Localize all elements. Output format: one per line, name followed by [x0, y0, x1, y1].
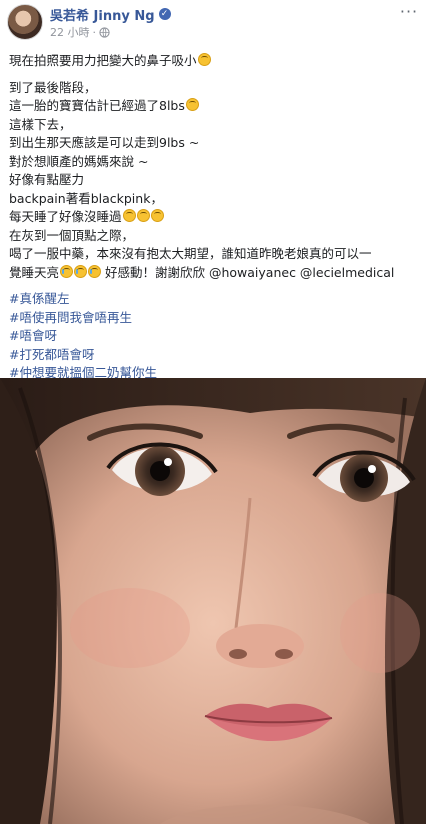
thanks-text: 好感動！謝謝欣欣 @howaiyanec @lecielmedical: [105, 264, 395, 280]
emoji-icon: [136, 209, 150, 222]
text-line: 這樣下去，: [9, 116, 72, 132]
avatar[interactable]: [7, 4, 43, 40]
emoji-icon: [185, 98, 199, 111]
hashtag-list: #真係醒左 #唔使再問我會唔再生 #唔會呀 #打死都唔會呀 #仲想要就搵個二奶幫…: [9, 290, 421, 383]
post-paragraph: 到了最後階段， 這一胎的寶寶估計已經過了8lbs 這樣下去， 到出生那天應該是可…: [9, 79, 421, 283]
text-line: 覺睡天亮 好感動！謝謝欣欣 @howaiyanec @lecielmedical: [9, 264, 395, 280]
post-timestamp[interactable]: 22 小時: [50, 24, 90, 40]
selfie-image: [0, 378, 426, 824]
text-line: 到出生那天應該是可以走到9lbs ~: [9, 135, 200, 150]
post-photo[interactable]: [0, 378, 426, 824]
text-line: 對於想順產的媽媽來說 ~: [9, 153, 149, 169]
hashtag-link[interactable]: #唔使再問我會唔再生: [9, 310, 132, 325]
more-options-button[interactable]: ···: [398, 4, 420, 22]
author-name[interactable]: 吳若希 Jinny Ng: [50, 5, 155, 24]
lead-text: 現在拍照要用力把變大的鼻子吸小: [9, 53, 197, 68]
emoji-icon: [150, 209, 164, 222]
post-header: 吳若希 Jinny Ng ✓ 22 小時 · ···: [0, 0, 426, 44]
crying-emoji-icon: [60, 264, 74, 278]
crying-emoji-icon: [88, 264, 102, 278]
text-line: 這一胎的寶寶估計已經過了8lbs: [9, 97, 421, 116]
text-line: 喝了一服中藥，本來沒有抱太大期望，誰知道昨晚老娘真的可以一: [9, 246, 372, 261]
crying-emoji-icon: [74, 264, 88, 278]
text-line: 每天睡了好像沒睡過: [9, 208, 421, 227]
globe-icon: [99, 26, 110, 38]
text-line: 在灰到一個頂點之際，: [9, 227, 135, 243]
emoji-icon: [122, 209, 136, 222]
hashtag-link[interactable]: #唔會呀: [9, 328, 57, 343]
post-meta: 22 小時 ·: [50, 25, 110, 39]
hashtag-link[interactable]: #打死都唔會呀: [9, 347, 94, 362]
text-line: backpain著看blackpink，: [9, 190, 163, 206]
post-lead-line: 現在拍照要用力把變大的鼻子吸小: [9, 52, 421, 71]
post-body: 現在拍照要用力把變大的鼻子吸小 到了最後階段， 這一胎的寶寶估計已經過了8lbs…: [9, 52, 421, 391]
verified-badge-icon: ✓: [158, 8, 171, 20]
hashtag-link[interactable]: #真係醒左: [9, 291, 69, 306]
meta-separator: ·: [92, 25, 97, 39]
text-line: 到了最後階段，: [9, 79, 97, 95]
text-line: 好像有點壓力: [9, 172, 85, 187]
author-row: 吳若希 Jinny Ng ✓: [50, 5, 171, 24]
emoji-icon: [197, 53, 211, 66]
